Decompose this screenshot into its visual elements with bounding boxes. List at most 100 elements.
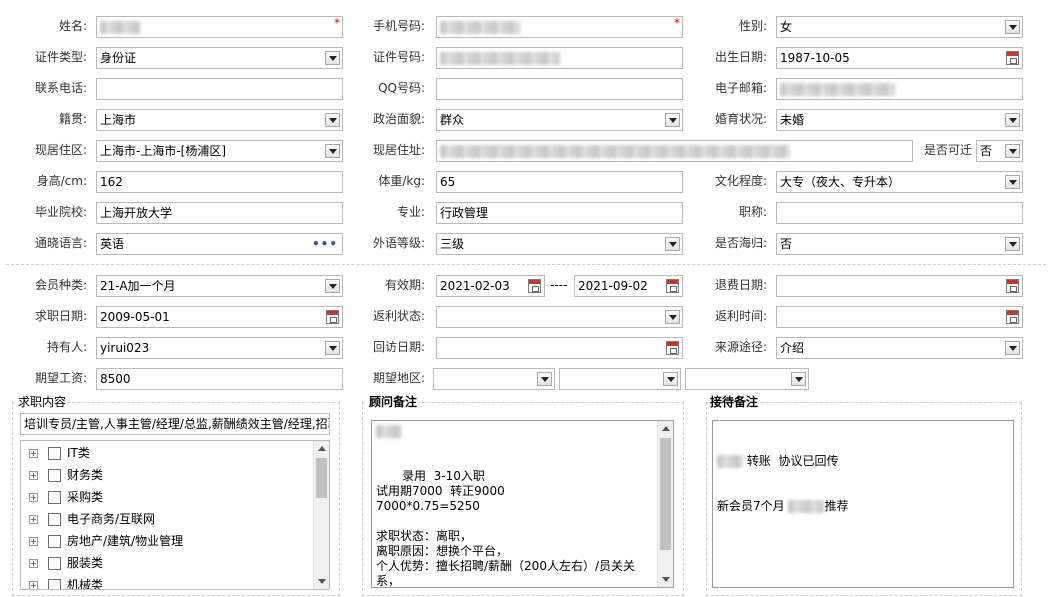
- dropdown-arrow-icon[interactable]: [1005, 237, 1020, 251]
- scroll-thumb[interactable]: [316, 458, 327, 498]
- calendar-icon[interactable]: [1006, 51, 1019, 65]
- dropdown-arrow-icon[interactable]: [663, 372, 678, 386]
- expand-icon[interactable]: +: [29, 449, 38, 458]
- dropdown-arrow-icon[interactable]: [325, 113, 340, 127]
- checkbox[interactable]: [48, 513, 61, 526]
- dropdown-arrow-icon[interactable]: [1005, 113, 1020, 127]
- valid-end-field[interactable]: 2021-09-02: [574, 275, 683, 297]
- id-type-label: 证件类型:: [34, 50, 87, 64]
- checkbox[interactable]: [48, 491, 61, 504]
- job-content-summary[interactable]: 培训专员/主管,人事主管/经理/总监,薪酬绩效主管/经理,招聘: [20, 413, 330, 435]
- political-status-select[interactable]: 群众: [436, 109, 683, 131]
- foreign-level-select[interactable]: 三级: [436, 233, 683, 255]
- rebate-status-select[interactable]: [436, 306, 683, 328]
- school-field[interactable]: 上海开放大学: [96, 202, 343, 224]
- scroll-up-icon[interactable]: [658, 421, 673, 436]
- tree-scrollbar[interactable]: [313, 441, 329, 589]
- native-place-select[interactable]: 上海市: [96, 109, 343, 131]
- reception-notes-textarea[interactable]: 转账 协议已回传 新会员7个月 推荐: [712, 420, 1014, 588]
- refund-date-field[interactable]: [776, 275, 1023, 297]
- scroll-up-icon[interactable]: [314, 441, 329, 456]
- residence-area-select[interactable]: 上海市-上海市-[杨浦区]: [96, 140, 343, 162]
- gender-select[interactable]: 女: [776, 16, 1023, 38]
- residence-address-field[interactable]: [436, 140, 913, 162]
- expand-icon[interactable]: +: [29, 559, 38, 568]
- checkbox[interactable]: [48, 535, 61, 548]
- dropdown-arrow-icon[interactable]: [665, 237, 680, 251]
- email-field[interactable]: [776, 78, 1023, 100]
- dropdown-arrow-icon[interactable]: [325, 279, 340, 293]
- name-field[interactable]: *: [96, 16, 343, 38]
- major-field[interactable]: 行政管理: [436, 202, 683, 224]
- dropdown-arrow-icon[interactable]: [1005, 144, 1020, 158]
- mobile-field[interactable]: *: [436, 16, 683, 38]
- holder-select[interactable]: yirui023: [96, 337, 343, 359]
- checkbox[interactable]: [48, 579, 61, 589]
- tree-item-ecommerce[interactable]: + 电子商务/互联网: [29, 509, 155, 529]
- category-tree[interactable]: + IT类 + 财务类 + 采购类 + 电子商务/互联网 + 房地产/建筑/物业管理 + 服…: [20, 440, 330, 590]
- overseas-select[interactable]: 否: [776, 233, 1023, 255]
- dropdown-arrow-icon[interactable]: [1005, 20, 1020, 34]
- id-number-field[interactable]: [436, 47, 683, 69]
- relocatable-select[interactable]: 否: [976, 140, 1023, 162]
- expected-salary-field[interactable]: 8500: [96, 368, 343, 390]
- tree-item-purchasing[interactable]: + 采购类: [29, 487, 103, 507]
- dropdown-arrow-icon[interactable]: [325, 51, 340, 65]
- expected-area-city-select[interactable]: [559, 368, 681, 390]
- dropdown-arrow-icon[interactable]: [665, 113, 680, 127]
- job-seek-date-field[interactable]: 2009-05-01: [96, 306, 343, 328]
- education-select[interactable]: 大专（夜大、专升本）: [776, 171, 1023, 193]
- dropdown-arrow-icon[interactable]: [325, 341, 340, 355]
- calendar-icon[interactable]: [666, 279, 679, 293]
- redacted-name: [717, 455, 743, 468]
- checkbox[interactable]: [48, 557, 61, 570]
- language-field[interactable]: 英语 •••: [96, 233, 343, 255]
- expand-icon[interactable]: +: [29, 493, 38, 502]
- dropdown-arrow-icon[interactable]: [791, 372, 806, 386]
- visit-date-field[interactable]: [436, 337, 683, 359]
- height-field[interactable]: 162: [96, 171, 343, 193]
- tree-item-realestate[interactable]: + 房地产/建筑/物业管理: [29, 531, 183, 551]
- id-type-select[interactable]: 身份证: [96, 47, 343, 69]
- source-select[interactable]: 介绍: [776, 337, 1023, 359]
- calendar-icon[interactable]: [1006, 310, 1019, 324]
- member-type-select[interactable]: 21-A加一个月: [96, 275, 343, 297]
- calendar-icon[interactable]: [666, 341, 679, 355]
- dropdown-arrow-icon[interactable]: [665, 310, 680, 324]
- birth-date-field[interactable]: 1987-10-05: [776, 47, 1023, 69]
- scroll-down-icon[interactable]: [314, 574, 329, 589]
- valid-start-field[interactable]: 2021-02-03: [436, 275, 545, 297]
- checkbox[interactable]: [48, 469, 61, 482]
- expand-icon[interactable]: +: [29, 515, 38, 524]
- scroll-thumb[interactable]: [660, 438, 671, 550]
- expand-icon[interactable]: +: [29, 581, 38, 589]
- qq-field[interactable]: [436, 78, 683, 100]
- weight-value: 65: [440, 175, 456, 189]
- expected-area-province-select[interactable]: [433, 368, 555, 390]
- checkbox[interactable]: [48, 447, 61, 460]
- expand-icon[interactable]: +: [29, 537, 38, 546]
- advisor-notes-textarea[interactable]: 录用 3-10入职 试用期7000 转正9000 7000*0.75=5250 …: [371, 420, 674, 588]
- marital-status-select[interactable]: 未婚: [776, 109, 1023, 131]
- calendar-icon[interactable]: [528, 279, 541, 293]
- expected-area-district-select[interactable]: [685, 368, 809, 390]
- overseas-label: 是否海归:: [714, 236, 767, 250]
- notes-scrollbar[interactable]: [657, 421, 673, 587]
- tree-item-apparel[interactable]: + 服装类: [29, 553, 103, 573]
- title-field[interactable]: [776, 202, 1023, 224]
- expand-icon[interactable]: +: [29, 471, 38, 480]
- weight-field[interactable]: 65: [436, 171, 683, 193]
- more-options-icon[interactable]: •••: [312, 238, 338, 250]
- dropdown-arrow-icon[interactable]: [1005, 341, 1020, 355]
- dropdown-arrow-icon[interactable]: [325, 144, 340, 158]
- tree-item-machinery[interactable]: + 机械类: [29, 575, 103, 589]
- tree-item-finance[interactable]: + 财务类: [29, 465, 103, 485]
- dropdown-arrow-icon[interactable]: [1005, 175, 1020, 189]
- tree-item-it[interactable]: + IT类: [29, 443, 90, 463]
- calendar-icon[interactable]: [326, 310, 339, 324]
- contact-phone-field[interactable]: [96, 78, 343, 100]
- calendar-icon[interactable]: [1006, 279, 1019, 293]
- scroll-down-icon[interactable]: [658, 572, 673, 587]
- dropdown-arrow-icon[interactable]: [537, 372, 552, 386]
- rebate-time-field[interactable]: [776, 306, 1023, 328]
